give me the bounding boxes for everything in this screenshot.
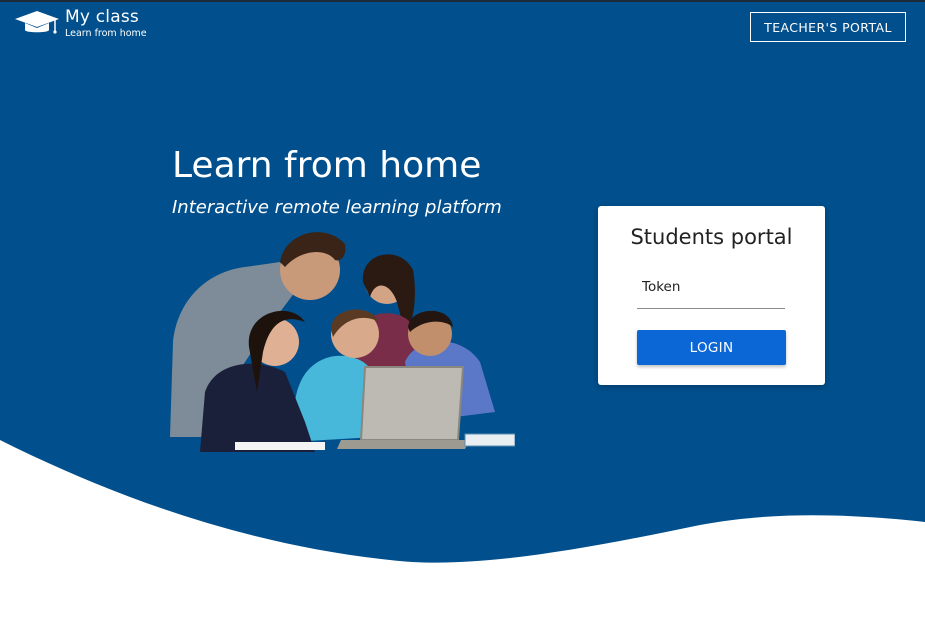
students-login-card: Students portal Token LOGIN <box>598 206 825 385</box>
teachers-portal-button[interactable]: TEACHER'S PORTAL <box>750 12 906 42</box>
laptop-screen <box>359 366 465 441</box>
laptop-base <box>337 440 470 449</box>
card-title: Students portal <box>630 225 793 249</box>
brand-title: My class <box>65 7 139 27</box>
token-input[interactable]: Token <box>637 274 785 309</box>
brand-subtitle: Learn from home <box>65 28 147 39</box>
book <box>464 433 515 447</box>
hero-title: Learn from home <box>172 145 482 186</box>
brand-logo[interactable]: My class Learn from home <box>14 8 147 40</box>
window-top-border <box>0 0 925 2</box>
hero-subtitle: Interactive remote learning platform <box>172 197 502 218</box>
students-photo <box>170 232 515 452</box>
graduation-cap-icon <box>15 11 59 34</box>
login-button[interactable]: LOGIN <box>637 330 786 365</box>
notebook <box>235 442 325 450</box>
token-label: Token <box>642 279 681 295</box>
